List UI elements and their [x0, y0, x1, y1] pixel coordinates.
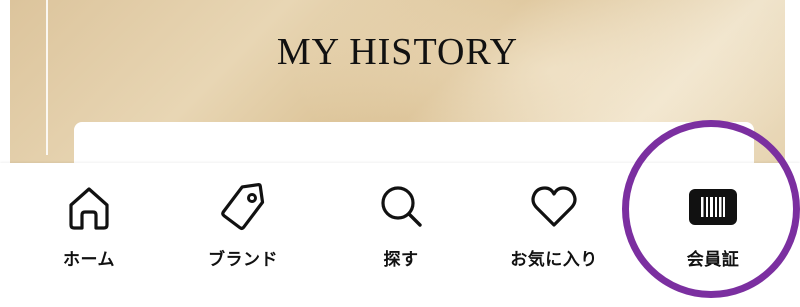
hero-banner: MY HISTORY [10, 0, 785, 163]
tab-brand-label: ブランド [208, 250, 278, 270]
tab-favorites[interactable]: お気に入り [474, 177, 634, 287]
barcode-card-icon [689, 189, 737, 225]
tab-search-label: 探す [383, 250, 419, 270]
tab-home[interactable]: ホーム [9, 177, 169, 287]
tab-favorites-label: お気に入り [510, 250, 598, 270]
heart-icon [531, 186, 577, 227]
tab-brand[interactable]: ブランド [163, 177, 323, 287]
home-icon [69, 187, 109, 230]
bottom-tab-bar: ホーム ブランド 探す お気に入り 会員証 [0, 163, 800, 307]
tag-icon [221, 183, 265, 230]
hero-divider-line [46, 0, 48, 155]
content-card [74, 122, 754, 163]
tab-member-card[interactable]: 会員証 [633, 177, 793, 287]
page-title: MY HISTORY [276, 31, 519, 73]
search-icon [381, 186, 422, 227]
tab-member-card-label: 会員証 [686, 250, 740, 270]
tab-search[interactable]: 探す [321, 177, 481, 287]
tab-home-label: ホーム [63, 250, 115, 270]
